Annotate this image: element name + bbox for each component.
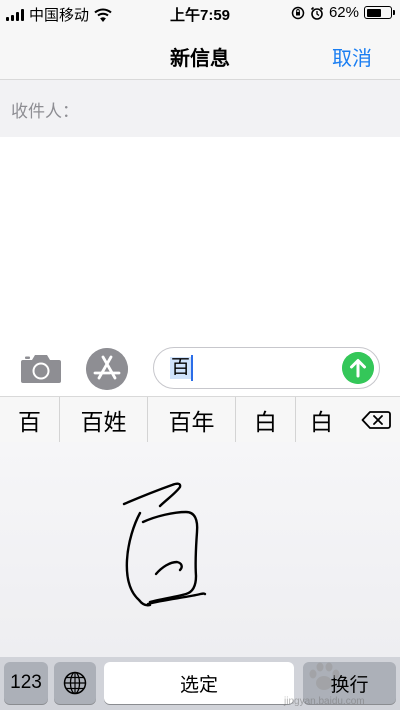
orientation-lock-icon — [291, 6, 305, 19]
candidate-4[interactable]: 白 — [236, 396, 296, 443]
message-text: 百 — [170, 357, 192, 379]
backspace-icon — [361, 410, 391, 429]
candidate-5[interactable]: 白 — [296, 397, 352, 443]
candidate-3[interactable]: 百年 — [148, 396, 236, 443]
candidate-2[interactable]: 百姓 — [60, 396, 148, 443]
backspace-button[interactable] — [352, 397, 400, 443]
globe-key[interactable] — [54, 662, 96, 704]
candidate-1[interactable]: 百 — [0, 396, 60, 443]
candidate-bar: 百 百姓 百年 白 白 — [0, 396, 400, 443]
globe-icon — [63, 671, 87, 695]
conversation-area — [0, 137, 400, 340]
return-key[interactable]: 换行 — [303, 662, 396, 704]
camera-icon[interactable] — [20, 352, 62, 384]
nav-bar: 新信息 取消 — [0, 28, 400, 80]
text-caret — [191, 355, 193, 381]
send-button[interactable] — [342, 352, 374, 384]
battery-icon — [364, 6, 395, 19]
app-store-icon[interactable] — [86, 348, 128, 390]
recipient-field[interactable]: 收件人： — [0, 80, 400, 137]
alarm-icon — [310, 6, 324, 20]
composer-bar: 百 — [0, 340, 400, 396]
cancel-button[interactable]: 取消 — [332, 42, 372, 71]
status-right: 62% — [291, 4, 395, 21]
message-input[interactable]: 百 — [153, 347, 380, 389]
status-bar: 中国移动 上午7:59 62% — [0, 0, 400, 28]
select-key[interactable]: 选定 — [104, 662, 294, 704]
handwriting-pad[interactable] — [0, 442, 400, 657]
recipient-label: 收件人： — [11, 102, 79, 121]
numbers-key[interactable]: 123 — [4, 662, 48, 704]
battery-fill — [366, 8, 381, 17]
keyboard-bottom-row: 123 选定 换行 — [0, 657, 400, 710]
handwriting-stroke — [122, 482, 207, 607]
battery-percent: 62% — [328, 4, 359, 21]
